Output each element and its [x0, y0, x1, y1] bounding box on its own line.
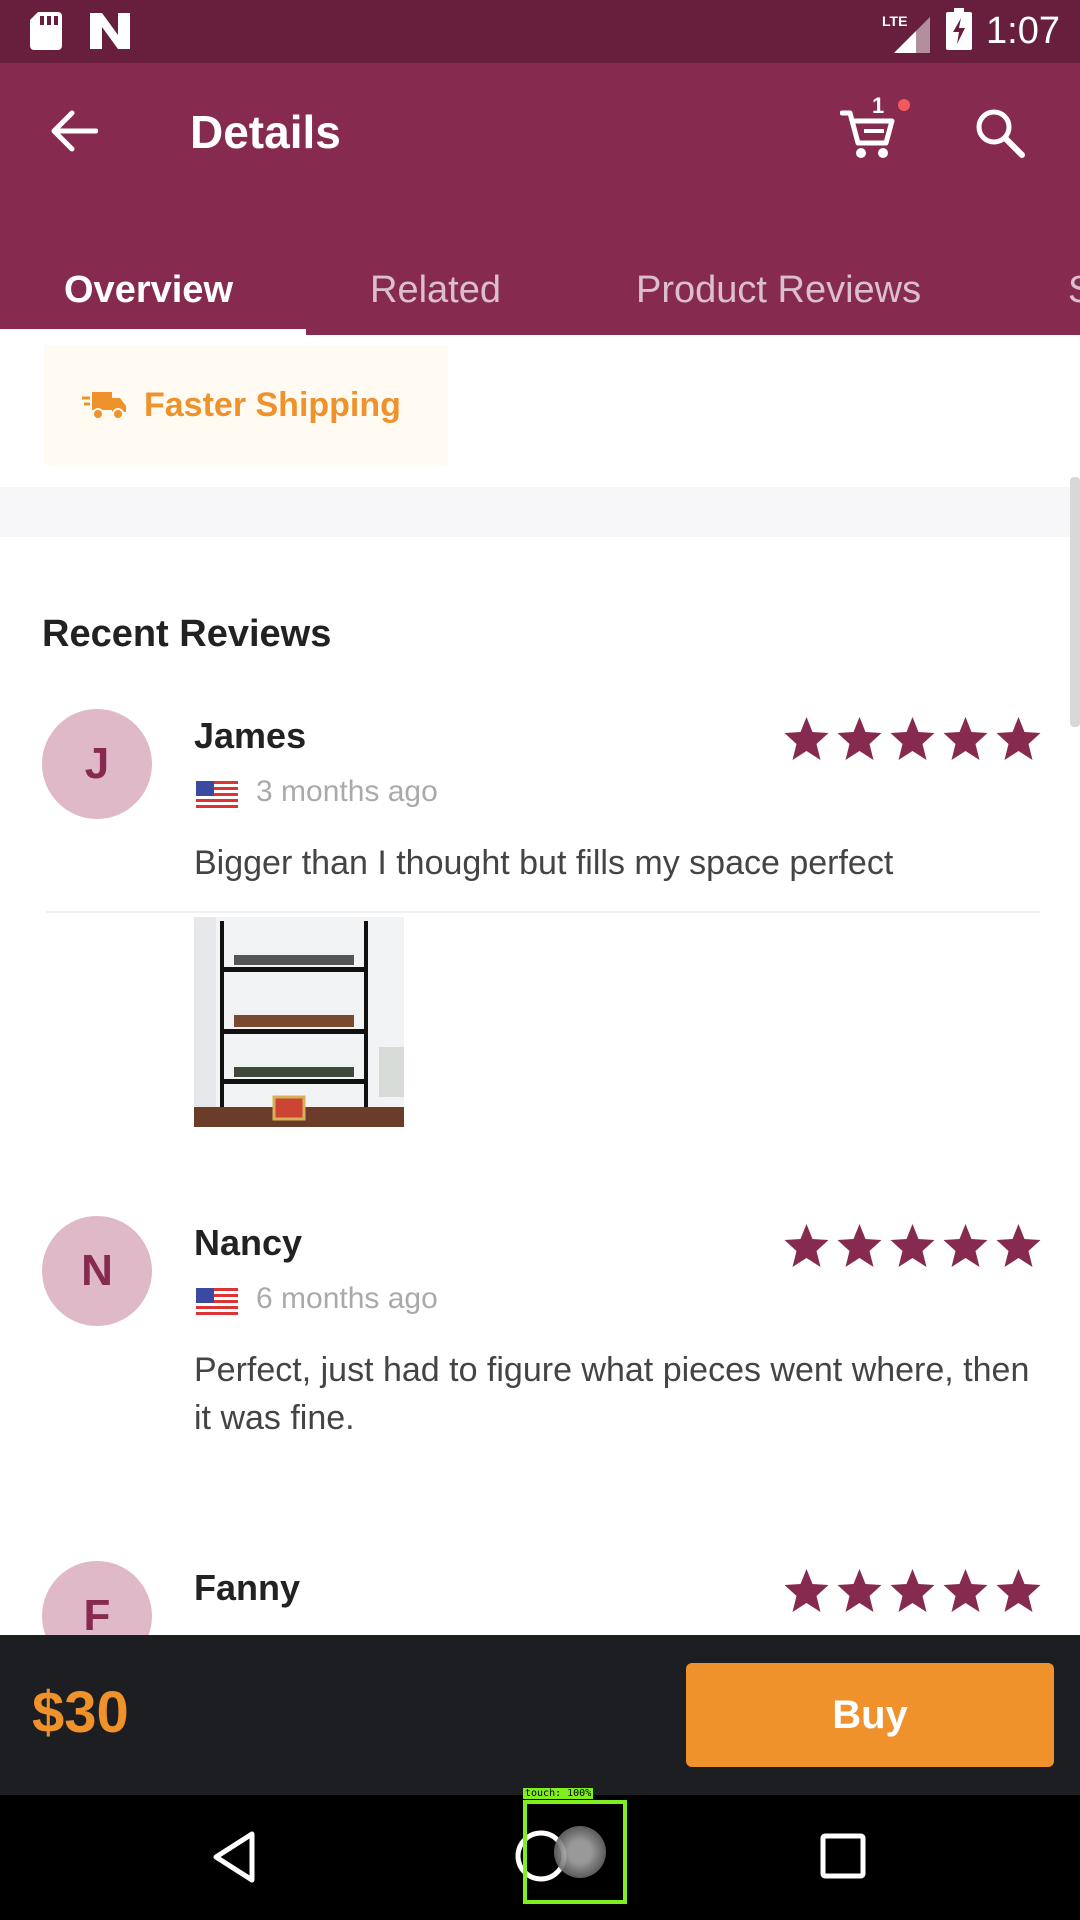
review-date: 3 months ago: [256, 775, 438, 808]
star-icon: [837, 1224, 882, 1267]
reviewer-name: James: [194, 715, 307, 756]
star-icon: [784, 717, 829, 760]
star-icon: [996, 1569, 1041, 1612]
scrollbar[interactable]: [1070, 477, 1080, 727]
nav-recents-button[interactable]: [820, 1833, 866, 1884]
cart-button[interactable]: 1: [840, 93, 910, 165]
divider: [46, 911, 1040, 913]
battery-charging-icon: [946, 7, 973, 55]
tab-overview[interactable]: Overview: [64, 245, 233, 335]
details-content[interactable]: Faster Shipping Recent Reviews J James 3…: [0, 335, 1080, 1635]
nav-back-button[interactable]: [210, 1830, 258, 1889]
status-time: 1:07: [986, 10, 1060, 52]
touch-box: [523, 1800, 627, 1904]
section-divider: [0, 487, 1080, 537]
cart-count-badge: 1: [872, 93, 885, 118]
sd-card-icon: [30, 12, 62, 55]
star-rating: [782, 1222, 1043, 1268]
star-icon: [837, 717, 882, 760]
star-icon: [890, 1569, 935, 1612]
cart-icon: [840, 110, 895, 158]
star-icon: [943, 1569, 988, 1612]
search-button[interactable]: [974, 107, 1034, 167]
star-icon: [996, 717, 1041, 760]
tab-more[interactable]: S: [1068, 245, 1080, 335]
back-arrow-icon: [51, 110, 98, 152]
star-icon: [996, 1224, 1041, 1267]
avatar: J: [42, 709, 152, 819]
shipping-banner: Faster Shipping: [44, 345, 448, 465]
review-photo[interactable]: [194, 917, 404, 1127]
review-item: J James 3 months ago Bigger than I thoug…: [0, 709, 1080, 1129]
star-icon: [837, 1569, 882, 1612]
review-item: F Fanny: [0, 1561, 1080, 1635]
star-icon: [943, 1224, 988, 1267]
star-icon: [890, 1224, 935, 1267]
cart-notification-dot: [898, 99, 910, 111]
signal-icon: LTE: [882, 9, 932, 53]
nav-recents-icon: [820, 1833, 866, 1879]
us-flag-icon: [196, 1288, 238, 1318]
touch-label: touch: 100%: [523, 1788, 594, 1799]
review-date: 6 months ago: [256, 1282, 438, 1315]
us-flag-icon: [196, 781, 238, 811]
avatar: F: [42, 1561, 152, 1635]
reviewer-name: Nancy: [194, 1222, 303, 1263]
buy-bar: $30 Buy: [0, 1635, 1080, 1795]
star-rating: [782, 1567, 1043, 1613]
tab-product-reviews[interactable]: Product Reviews: [636, 245, 921, 335]
star-icon: [890, 717, 935, 760]
avatar: N: [42, 1216, 152, 1326]
star-icon: [943, 717, 988, 760]
star-icon: [784, 1224, 829, 1267]
shipping-label: Faster Shipping: [144, 385, 401, 424]
star-icon: [784, 1569, 829, 1612]
review-item: N Nancy 6 months ago Perfect, just had t…: [0, 1216, 1080, 1516]
nav-back-icon: [213, 1831, 255, 1883]
back-button[interactable]: [46, 103, 102, 159]
page-title: Details: [190, 106, 341, 158]
truck-icon: [82, 392, 126, 420]
reviewer-name: Fanny: [194, 1567, 301, 1608]
tab-bar: Overview Related Product Reviews S: [0, 245, 1080, 335]
star-rating: [782, 715, 1043, 761]
price: $30: [32, 1680, 129, 1745]
n-logo-icon: [90, 13, 130, 54]
tab-related[interactable]: Related: [370, 245, 501, 335]
recent-reviews-title: Recent Reviews: [42, 613, 332, 655]
buy-button[interactable]: Buy: [686, 1663, 1054, 1767]
shelf-photo: [194, 917, 404, 1127]
status-bar: LTE 1:07: [0, 0, 1080, 63]
review-text: Perfect, just had to figure what pieces …: [194, 1351, 1030, 1437]
search-icon: [976, 109, 1025, 158]
review-text: Bigger than I thought but fills my space…: [194, 844, 894, 882]
app-bar: Details 1 Overview Related Product Revie…: [0, 63, 1080, 335]
